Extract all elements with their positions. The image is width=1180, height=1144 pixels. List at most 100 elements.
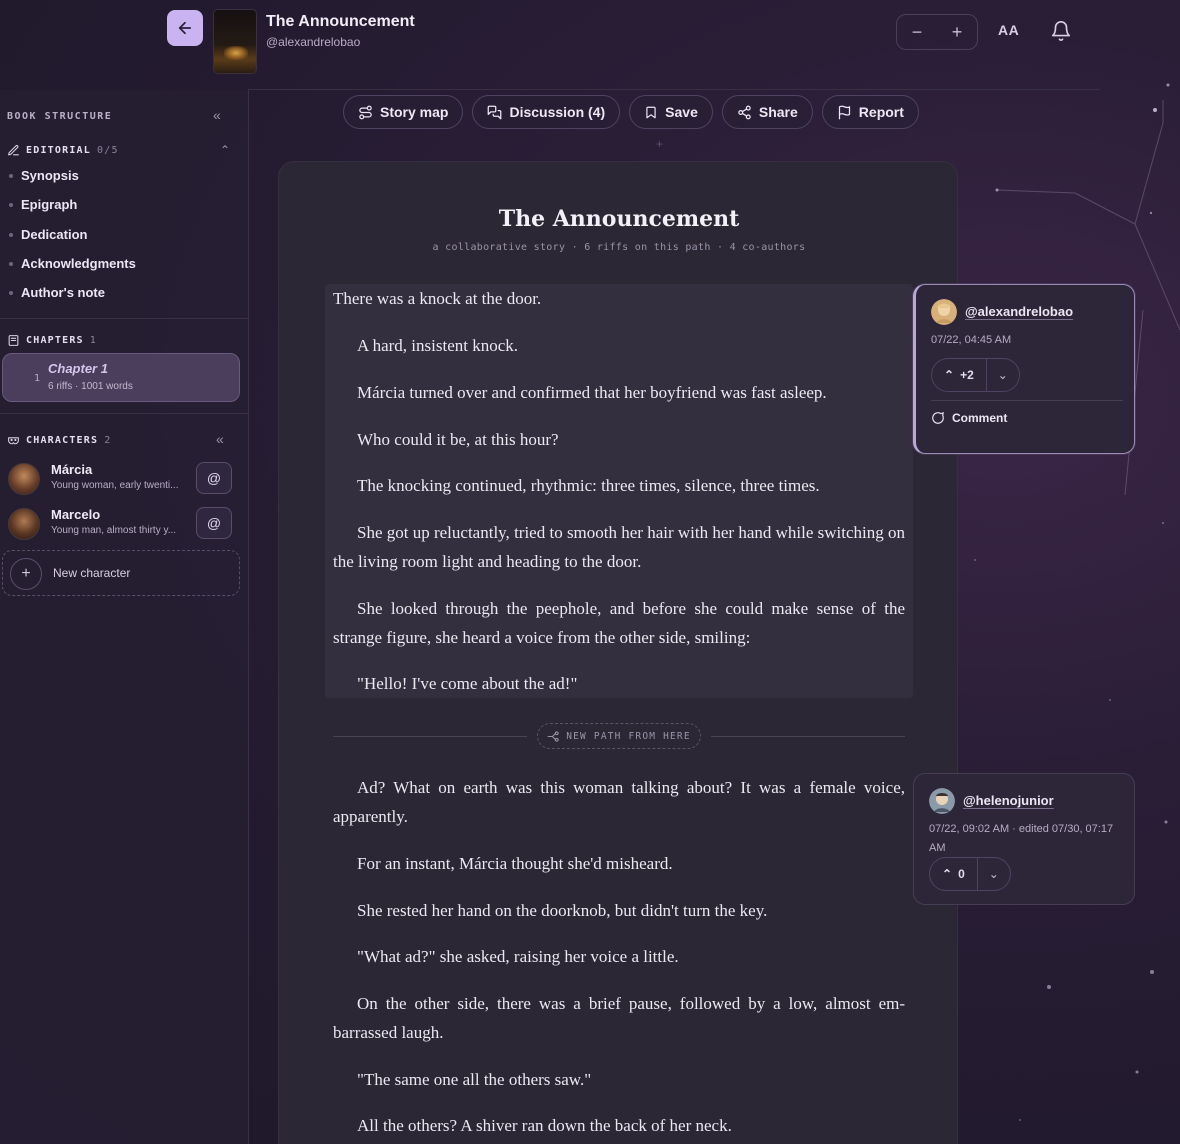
story-paragraph: On the other side, there was a brief pau… xyxy=(333,994,905,1042)
story-title: The Announcement xyxy=(498,206,740,232)
story-map-button[interactable]: Story map xyxy=(343,95,464,129)
comment-button[interactable]: Comment xyxy=(931,411,1007,425)
zoom-controls: − + xyxy=(896,14,978,50)
new-character-button[interactable]: + New character xyxy=(2,550,240,596)
character-item-marcelo[interactable]: Marcelo Young man, almost thirty y... @ xyxy=(8,504,240,544)
chapters-section-header[interactable]: CHAPTERS 1 xyxy=(7,334,97,347)
sidebar-item-label: Epigraph xyxy=(21,197,78,212)
riff-comment-card[interactable]: @helenojunior 07/22, 09:02 AM · edited 0… xyxy=(913,773,1135,905)
new-path-button[interactable]: NEW PATH FROM HERE xyxy=(537,723,701,749)
author-handle[interactable]: @alexandrelobao xyxy=(266,35,360,49)
book-icon xyxy=(8,335,19,346)
avatar xyxy=(8,508,40,540)
arrow-left-icon xyxy=(178,21,192,35)
characters-section-header[interactable]: CHARACTERS 2 xyxy=(7,434,111,447)
comment-author[interactable]: @alexandrelobao xyxy=(965,304,1073,319)
chapter-meta: 6 riffs · 1001 words xyxy=(48,381,133,392)
chapters-label: CHAPTERS xyxy=(26,335,84,346)
branch-icon xyxy=(547,730,559,742)
sidebar-item-epigraph[interactable]: Epigraph xyxy=(9,197,77,212)
vote-control: ⌃ +2 ⌄ xyxy=(931,358,1020,392)
chapter-item[interactable]: 1 Chapter 1 6 riffs · 1001 words xyxy=(2,353,240,402)
comment-timestamp: 07/22, 09:02 AM · edited 07/30, 07:17 AM xyxy=(929,823,1114,854)
bullet-dot xyxy=(9,173,13,178)
sidebar-item-label: Dedication xyxy=(21,227,88,242)
zoom-in-button[interactable]: + xyxy=(952,22,963,43)
branch-divider-left xyxy=(333,736,527,737)
notifications-button[interactable] xyxy=(1050,20,1072,47)
bullet-dot xyxy=(9,202,13,207)
avatar xyxy=(929,788,955,814)
characters-label: CHARACTERS xyxy=(26,435,99,446)
font-size-button[interactable]: AA xyxy=(998,22,1019,38)
comment-timestamp: 07/22, 04:45 AM xyxy=(931,334,1012,346)
save-button[interactable]: Save xyxy=(629,95,713,129)
sidebar-item-authors-note[interactable]: Author's note xyxy=(9,285,105,300)
character-name: Marcelo xyxy=(51,507,101,522)
story-paragraph: There was a knock at the door. xyxy=(333,289,542,308)
new-character-label: New character xyxy=(53,566,131,580)
new-path-label: NEW PATH FROM HERE xyxy=(566,730,691,742)
plus-icon: + xyxy=(10,558,42,590)
downvote-button[interactable]: ⌄ xyxy=(978,867,1010,881)
sidebar-item-dedication[interactable]: Dedication xyxy=(9,227,87,242)
bell-icon xyxy=(1051,21,1071,41)
chevron-up-icon[interactable]: ⌃ xyxy=(220,143,230,157)
character-item-marcia[interactable]: Márcia Young woman, early twenti... @ xyxy=(8,459,240,499)
story-paragraph: Ad? What on earth was this woman talking… xyxy=(333,778,905,826)
section-divider xyxy=(0,413,248,414)
story-paragraph: "What ad?" she asked, raising her voice … xyxy=(357,947,679,966)
characters-count: 2 xyxy=(104,435,112,446)
collapse-characters-button[interactable]: « xyxy=(216,431,224,447)
chevron-up-icon: ⌃ xyxy=(944,368,955,382)
add-riff-marker[interactable]: + xyxy=(656,137,663,151)
book-title: The Announcement xyxy=(266,13,415,30)
sidebar-item-label: Author's note xyxy=(21,285,105,300)
downvote-button[interactable]: ⌄ xyxy=(987,368,1019,382)
story-paragraph: "The same one all the others saw." xyxy=(357,1070,592,1089)
mask-icon xyxy=(8,437,19,445)
editorial-section-header[interactable]: EDITORIAL 0/5 xyxy=(7,144,119,157)
story-toolbar: Story map Discussion (4) Save Share Repo… xyxy=(343,95,919,129)
vote-control: ⌃ 0 ⌄ xyxy=(929,857,1011,891)
upvote-button[interactable]: ⌃ +2 xyxy=(932,359,987,391)
section-divider xyxy=(0,318,248,319)
route-icon xyxy=(359,105,372,119)
mention-button[interactable]: @ xyxy=(196,462,232,494)
branch-divider-right xyxy=(711,736,905,737)
flag-icon xyxy=(838,105,850,119)
pen-icon xyxy=(8,145,19,156)
vote-count: 0 xyxy=(958,867,965,881)
share-button[interactable]: Share xyxy=(721,95,813,129)
story-paragraph: She rested her hand on the doorknob, but… xyxy=(357,901,768,920)
story-reader: The Announcement a collaborative story ·… xyxy=(278,161,958,1144)
discussion-button[interactable]: Discussion (4) xyxy=(472,95,621,129)
book-cover-image[interactable] xyxy=(213,9,257,74)
mention-button[interactable]: @ xyxy=(196,507,232,539)
chapter-number: 1 xyxy=(34,373,41,384)
chapter-title: Chapter 1 xyxy=(48,361,108,376)
back-button[interactable] xyxy=(167,10,203,46)
story-paragraph: All the others? A shiver ran down the ba… xyxy=(357,1116,732,1135)
avatar xyxy=(8,463,40,495)
chevron-down-icon: ⌄ xyxy=(988,867,999,881)
report-button[interactable]: Report xyxy=(821,95,919,129)
comment-author[interactable]: @helenojunior xyxy=(963,793,1054,808)
collapse-sidebar-button[interactable]: « xyxy=(213,107,221,123)
upvote-button[interactable]: ⌃ 0 xyxy=(930,858,978,890)
bullet-dot xyxy=(9,232,13,237)
character-name: Márcia xyxy=(51,462,93,477)
share-icon xyxy=(738,105,751,119)
character-description: Young man, almost thirty y... xyxy=(51,525,177,536)
sidebar-item-acknowledgments[interactable]: Acknowledgments xyxy=(9,256,136,271)
header-divider xyxy=(248,89,1100,90)
character-description: Young woman, early twenti... xyxy=(51,480,179,491)
speech-bubble-icon xyxy=(932,412,944,424)
comment-label: Comment xyxy=(952,411,1008,425)
vote-count: +2 xyxy=(960,368,974,382)
zoom-out-button[interactable]: − xyxy=(912,22,923,43)
story-paragraph: Who could it be, at this hour? xyxy=(357,430,559,449)
bullet-dot xyxy=(9,290,13,295)
riff-comment-card[interactable]: @alexandrelobao 07/22, 04:45 AM ⌃ +2 ⌄ C… xyxy=(913,284,1135,454)
sidebar-item-synopsis[interactable]: Synopsis xyxy=(9,168,79,183)
